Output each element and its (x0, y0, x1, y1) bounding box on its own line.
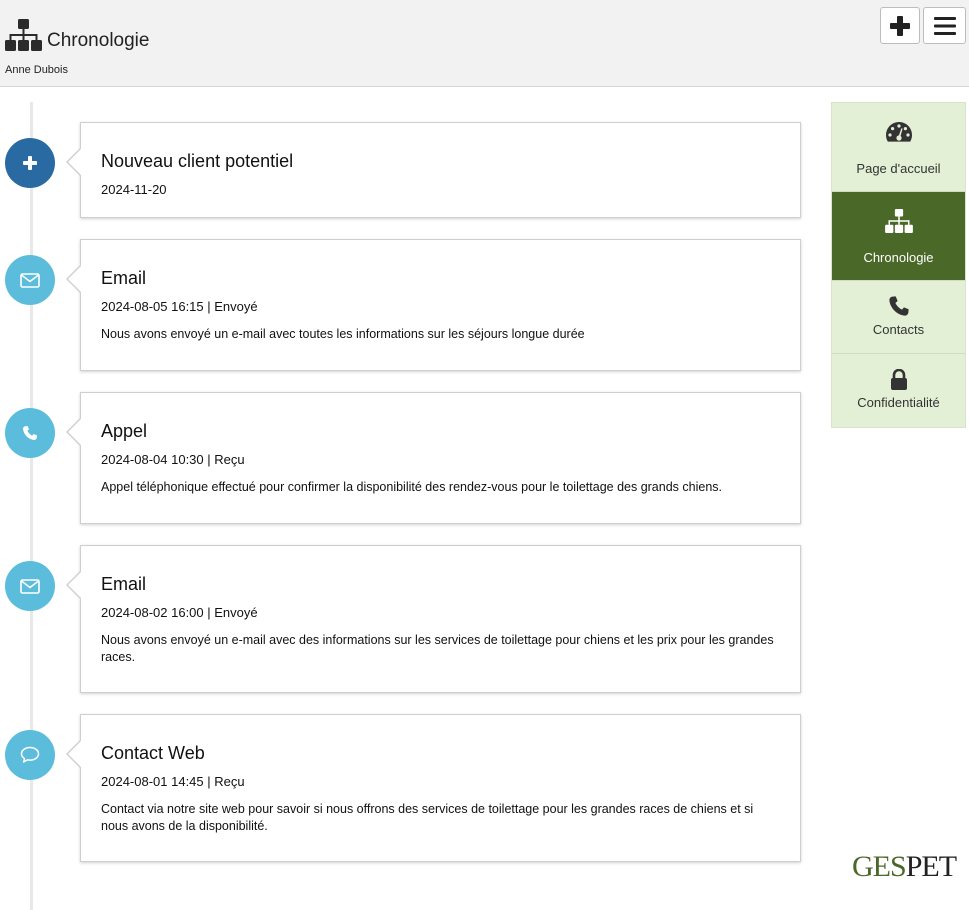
event-title: Appel (101, 421, 148, 441)
nav-item-privacy[interactable]: Confidentialité (832, 354, 965, 427)
page-title: Chronologie (47, 30, 150, 51)
phone-icon (888, 296, 909, 316)
event-meta: 2024-08-02 16:00 | Envoyé (101, 605, 258, 620)
envelope-icon (20, 578, 40, 594)
timeline-card[interactable]: Nouveau client potentiel 2024-11-20 (66, 122, 801, 218)
event-meta: 2024-08-01 14:45 | Reçu (101, 774, 245, 789)
sitemap-icon (5, 19, 42, 51)
menu-button[interactable] (923, 7, 966, 44)
add-button[interactable] (880, 7, 920, 44)
event-title: Contact Web (101, 743, 205, 763)
event-description: Nous avons envoyé un e-mail avec des inf… (101, 633, 774, 664)
brand-logo: GESPET (852, 850, 957, 884)
event-meta: 2024-11-20 (101, 182, 167, 197)
phone-icon (23, 426, 37, 440)
side-navigation: Page d'accueil Chronologie Contacts Conf… (831, 102, 966, 428)
timeline-card[interactable]: Appel 2024-08-04 10:30 | Reçu Appel télé… (66, 392, 801, 524)
timeline-marker (5, 255, 55, 305)
sitemap-icon (884, 209, 913, 233)
timeline-card[interactable]: Email 2024-08-02 16:00 | Envoyé Nous avo… (66, 545, 801, 693)
event-title: Nouveau client potentiel (101, 151, 294, 171)
timeline-marker (5, 561, 55, 611)
timeline-card[interactable]: Contact Web 2024-08-01 14:45 | Reçu Cont… (66, 714, 801, 862)
page-header: Chronologie Anne Dubois (0, 0, 969, 87)
nav-label: Contacts (872, 322, 925, 337)
nav-item-home[interactable]: Page d'accueil (832, 103, 965, 192)
user-name: Anne Dubois (5, 64, 68, 76)
nav-item-timeline[interactable]: Chronologie (832, 192, 965, 281)
logo-part-ges: GES (852, 850, 907, 883)
dashboard-gauge-icon (885, 122, 912, 142)
event-meta: 2024-08-04 10:30 | Reçu (101, 452, 245, 467)
nav-label: Chronologie (863, 250, 934, 265)
chat-bubble-icon (20, 746, 40, 763)
plus-icon (890, 15, 910, 36)
timeline-marker (5, 408, 55, 458)
envelope-icon (20, 272, 40, 288)
timeline-marker (5, 730, 55, 780)
event-description: Nous avons envoyé un e-mail avec toutes … (101, 327, 585, 341)
event-description: Appel téléphonique effectué pour confirm… (101, 480, 722, 494)
event-description: Contact via notre site web pour savoir s… (101, 802, 754, 833)
timeline-card[interactable]: Email 2024-08-05 16:15 | Envoyé Nous avo… (66, 239, 801, 371)
event-meta: 2024-08-05 16:15 | Envoyé (101, 299, 258, 314)
event-title: Email (101, 574, 147, 594)
nav-label: Page d'accueil (856, 161, 941, 176)
nav-label: Confidentialité (857, 395, 940, 410)
lock-icon (890, 369, 907, 390)
hamburger-menu-icon (933, 16, 956, 35)
timeline-marker (5, 138, 55, 188)
nav-item-contacts[interactable]: Contacts (832, 281, 965, 354)
logo-part-pet: PET (905, 850, 957, 883)
timeline-line (30, 102, 33, 910)
plus-icon (23, 156, 37, 170)
event-title: Email (101, 268, 147, 288)
